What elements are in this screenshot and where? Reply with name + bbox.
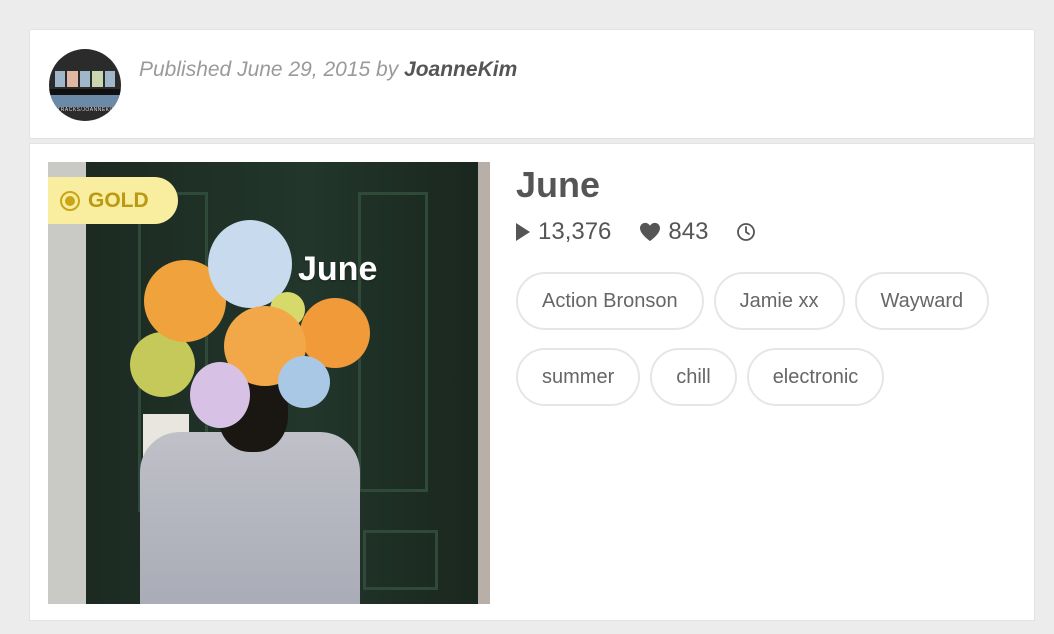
plays-stat: 13,376: [516, 218, 611, 246]
person-shirt: [140, 432, 360, 604]
playlist-card: June GOLD June 13,376 843 Action Bronson…: [29, 143, 1035, 621]
tag-jamie-xx[interactable]: Jamie xx: [713, 272, 845, 330]
playlist-stats: 13,376 843: [516, 218, 784, 246]
playlist-title[interactable]: June: [516, 164, 600, 206]
tag-list: Action Bronson Jamie xx Wayward summer c…: [516, 272, 1016, 424]
play-icon[interactable]: [516, 223, 530, 241]
cover-title: June: [298, 250, 378, 288]
tag-action-bronson[interactable]: Action Bronson: [516, 272, 704, 330]
likes-stat: 843: [639, 218, 708, 246]
balloon: [190, 362, 250, 428]
author-link[interactable]: JoanneKim: [404, 58, 517, 81]
likes-count: 843: [668, 218, 709, 245]
door-panel: [363, 530, 438, 590]
tag-row: summer chill electronic: [516, 348, 1016, 406]
tag-wayward[interactable]: Wayward: [854, 272, 990, 330]
avatar-lower: [49, 95, 121, 107]
gold-label: GOLD: [88, 188, 149, 212]
avatar-thumbnails: [49, 71, 121, 87]
tag-chill[interactable]: chill: [650, 348, 737, 406]
published-line: Published June 29, 2015 by JoanneKim: [139, 58, 517, 82]
clock-icon: [737, 223, 756, 241]
published-prefix: Published June 29, 2015 by: [139, 58, 405, 81]
balloon: [278, 356, 330, 408]
tag-summer[interactable]: summer: [516, 348, 641, 406]
gold-badge: GOLD: [48, 177, 178, 224]
publisher-card: 8TRACKS/JOANNEKIM Published June 29, 201…: [29, 29, 1035, 139]
duration-stat: [736, 222, 756, 242]
gold-dot-icon: [60, 190, 80, 211]
heart-icon[interactable]: [639, 222, 661, 242]
plays-count: 13,376: [538, 218, 612, 245]
cover-image[interactable]: June: [48, 162, 490, 604]
avatar[interactable]: 8TRACKS/JOANNEKIM: [49, 49, 121, 121]
tag-electronic[interactable]: electronic: [746, 348, 885, 406]
tag-row: Action Bronson Jamie xx Wayward: [516, 272, 1016, 330]
avatar-caption: 8TRACKS/JOANNEKIM: [53, 107, 117, 113]
